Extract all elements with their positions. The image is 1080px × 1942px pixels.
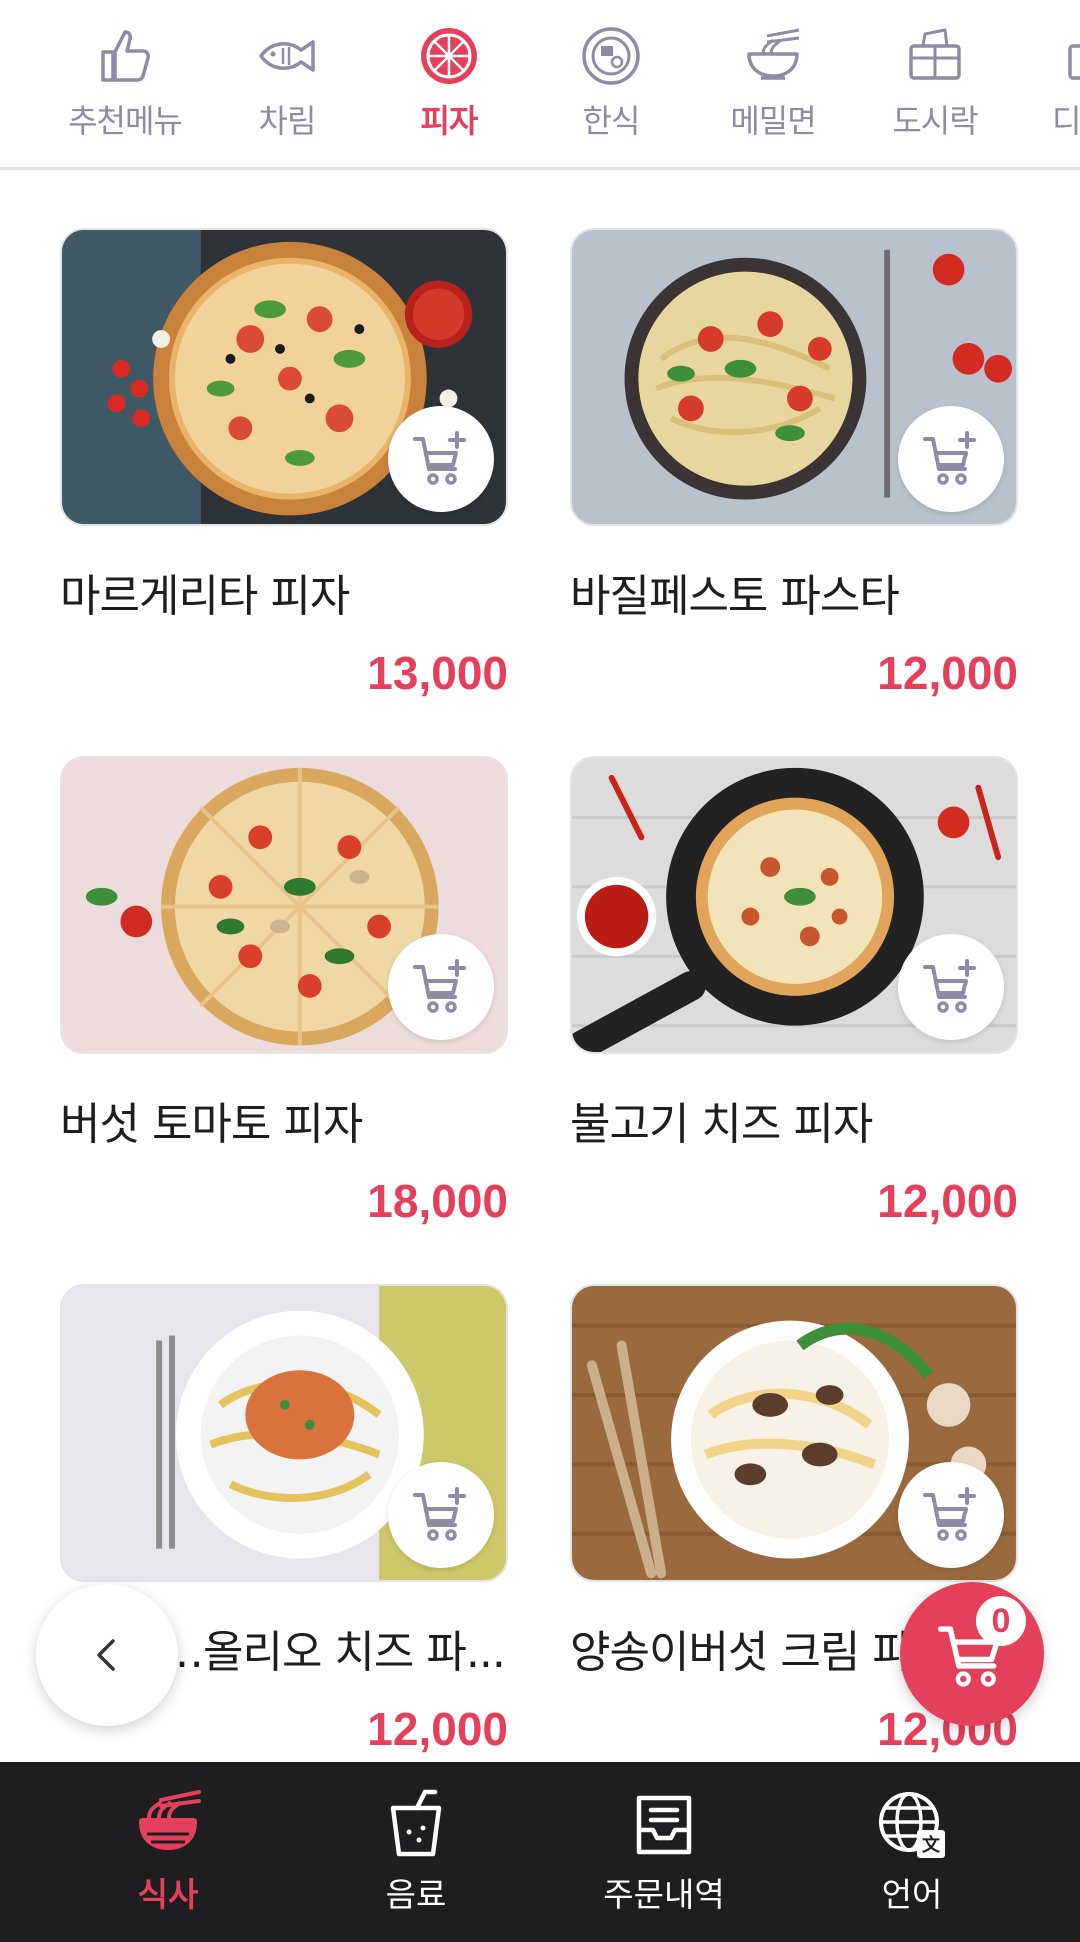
- korean-food-icon: [582, 27, 640, 85]
- menu-photo-bulgogi-pizza: [570, 756, 1018, 1054]
- menu-photo-mushroom-pizza: [60, 756, 508, 1054]
- tab-label: 피자: [420, 102, 479, 140]
- tab-dessert[interactable]: 디: [1022, 24, 1080, 144]
- cart-add-icon: [923, 959, 976, 1013]
- cart-add-icon: [923, 1487, 976, 1541]
- nav-drinks[interactable]: 음료: [316, 1788, 516, 1928]
- tab-label: 도시락: [892, 102, 978, 140]
- noodle-bowl-icon: [747, 28, 800, 80]
- add-to-cart-button[interactable]: [898, 1462, 1004, 1568]
- tab-buckwheat-noodles[interactable]: 메밀면: [698, 24, 848, 144]
- menu-card[interactable]: 버섯 토마토 피자 18,000: [60, 756, 508, 1228]
- nav-label: 식사: [137, 1875, 199, 1914]
- tab-label: 차림: [258, 102, 317, 140]
- menu-name: 바질페스토 파스타: [570, 571, 900, 622]
- menu-price: 13,000: [367, 647, 508, 699]
- drink-cup-icon: [390, 1789, 442, 1857]
- menu-name: 버섯 토마토 피자: [60, 1099, 363, 1150]
- cart-count-badge: 0: [976, 1596, 1026, 1646]
- menu-photo-mushroom-pasta: [570, 1284, 1018, 1582]
- tab-recommended[interactable]: 추천메뉴: [50, 24, 200, 144]
- menu-photo-basil-pasta: [570, 228, 1018, 526]
- noodle-bowl-icon: [139, 1790, 201, 1850]
- nav-order-history[interactable]: 주문내역: [564, 1788, 764, 1928]
- add-to-cart-button[interactable]: [898, 406, 1004, 512]
- tab-label: 추천메뉴: [68, 102, 183, 140]
- pizza-icon: [421, 28, 477, 84]
- chevron-left-icon: [97, 1639, 115, 1671]
- menu-price: 12,000: [877, 647, 1018, 699]
- language-globe-icon: 文: [879, 1792, 945, 1858]
- order-history-icon: [636, 1795, 692, 1855]
- tab-pizza[interactable]: 피자: [374, 24, 524, 144]
- nav-label: 언어: [881, 1875, 943, 1914]
- dessert-icon: [1068, 44, 1080, 80]
- add-to-cart-button[interactable]: [388, 406, 494, 512]
- tab-label: 메밀면: [730, 102, 816, 140]
- menu-photo-margherita: [60, 228, 508, 526]
- bottom-nav: 식사 음료 주문내역 文 언어: [0, 1762, 1080, 1942]
- menu-name: 마르게리타 피자: [60, 571, 350, 622]
- menu-price: 12,000: [877, 1175, 1018, 1227]
- tab-korean[interactable]: 한식: [536, 24, 686, 144]
- category-tab-bar: 추천메뉴 차림 피자 한식 메밀면 도시락 디: [0, 0, 1080, 170]
- add-to-cart-button[interactable]: [388, 934, 494, 1040]
- tab-label: 한식: [582, 102, 641, 140]
- tab-label: 디: [1052, 102, 1080, 140]
- add-to-cart-button[interactable]: [388, 1462, 494, 1568]
- nav-meal[interactable]: 식사: [68, 1788, 268, 1928]
- nav-language[interactable]: 文 언어: [812, 1788, 1012, 1928]
- tab-set-menu[interactable]: 차림: [212, 24, 362, 144]
- svg-text:文: 文: [922, 1834, 941, 1856]
- lunchbox-icon: [909, 28, 961, 80]
- nav-label: 음료: [385, 1875, 447, 1914]
- cart-button[interactable]: 0: [900, 1582, 1044, 1726]
- menu-photo-cheese-pasta: [60, 1284, 508, 1582]
- cart-add-icon: [413, 959, 466, 1013]
- cart-add-icon: [413, 431, 466, 485]
- menu-card[interactable]: 불고기 치즈 피자 12,000: [570, 756, 1018, 1228]
- back-button[interactable]: [36, 1584, 178, 1726]
- cart-add-icon: [413, 1487, 466, 1541]
- menu-card[interactable]: 바질페스토 파스타 12,000: [570, 228, 1018, 700]
- add-to-cart-button[interactable]: [898, 934, 1004, 1040]
- menu-card[interactable]: 마르게리타 피자 13,000: [60, 228, 508, 700]
- tab-lunchbox[interactable]: 도시락: [860, 24, 1010, 144]
- fish-icon: [259, 40, 315, 72]
- menu-price: 18,000: [367, 1175, 508, 1227]
- cart-add-icon: [923, 431, 976, 485]
- nav-label: 주문내역: [603, 1875, 725, 1914]
- thumbs-up-icon: [101, 30, 150, 82]
- menu-name: 불고기 치즈 피자: [570, 1099, 873, 1150]
